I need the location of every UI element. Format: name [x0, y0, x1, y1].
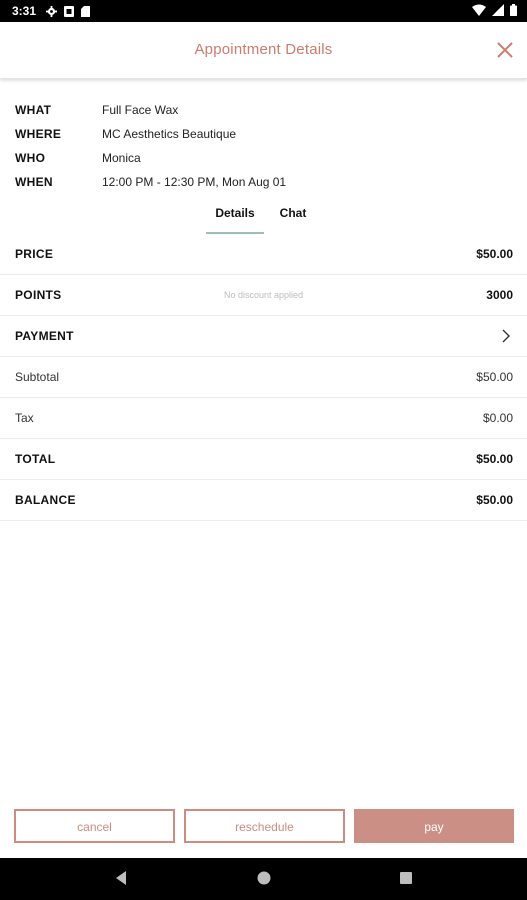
tax-value: $0.00: [482, 411, 513, 425]
points-row: POINTS No discount applied 3000: [0, 275, 527, 316]
tax-label: Tax: [15, 411, 34, 425]
back-icon: [116, 871, 126, 885]
sd-card-icon: [81, 5, 91, 17]
price-label: PRICE: [15, 247, 54, 261]
cancel-button[interactable]: cancel: [14, 809, 175, 843]
info-label: WHAT: [15, 103, 52, 117]
info-label: WHO: [15, 151, 46, 165]
tab-details[interactable]: Details: [206, 198, 264, 236]
status-bar: 3:31: [0, 0, 527, 22]
tab-label: Chat: [279, 206, 307, 220]
tab-chat[interactable]: Chat: [272, 198, 314, 236]
total-value: $50.00: [476, 452, 513, 466]
status-time: 3:31: [12, 4, 37, 18]
price-value: $50.00: [476, 247, 513, 261]
tax-row: Tax $0.00: [0, 398, 527, 439]
status-icons-right: [472, 4, 517, 16]
subtotal-row: Subtotal $50.00: [0, 357, 527, 398]
tab-bar: Details Chat: [0, 198, 527, 236]
info-row-when: WHEN 12:00 PM - 12:30 PM, Mon Aug 01: [15, 170, 515, 194]
balance-value: $50.00: [476, 493, 513, 507]
app-header: Appointment Details: [0, 22, 527, 79]
page-title: Appointment Details: [194, 41, 333, 58]
info-value: 12:00 PM - 12:30 PM, Mon Aug 01: [102, 175, 287, 189]
info-row-who: WHO Monica: [15, 146, 515, 170]
battery-icon: [510, 4, 517, 16]
discount-note: No discount applied: [223, 290, 304, 300]
home-button[interactable]: [256, 870, 272, 891]
settings-icon: [46, 5, 58, 17]
recents-button[interactable]: [398, 870, 414, 891]
info-value: Full Face Wax: [102, 103, 179, 117]
info-row-what: WHAT Full Face Wax: [15, 98, 515, 122]
price-row: PRICE $50.00: [0, 234, 527, 275]
points-value: 3000: [486, 288, 513, 302]
close-icon: [497, 42, 513, 58]
status-icons-left: [46, 5, 91, 17]
appointment-info: WHAT Full Face Wax WHERE MC Aesthetics B…: [15, 98, 515, 194]
close-button[interactable]: [493, 38, 517, 62]
tab-label: Details: [215, 206, 255, 220]
payment-label: PAYMENT: [15, 329, 74, 343]
points-label: POINTS: [15, 288, 62, 302]
info-label: WHEN: [15, 175, 53, 189]
pay-button[interactable]: pay: [354, 809, 514, 843]
price-breakdown: PRICE $50.00 POINTS No discount applied …: [0, 234, 527, 521]
info-value: Monica: [102, 151, 141, 165]
reschedule-button[interactable]: reschedule: [184, 809, 345, 843]
balance-row: BALANCE $50.00: [0, 480, 527, 521]
sim-icon: [64, 5, 75, 17]
home-icon: [257, 871, 271, 885]
chevron-right-icon: [502, 329, 510, 343]
info-value: MC Aesthetics Beautique: [102, 127, 237, 141]
info-row-where: WHERE MC Aesthetics Beautique: [15, 122, 515, 146]
payment-row[interactable]: PAYMENT: [0, 316, 527, 357]
recents-icon: [400, 872, 412, 884]
balance-label: BALANCE: [15, 493, 76, 507]
system-nav-bar: [0, 858, 527, 900]
wifi-icon: [472, 4, 486, 16]
info-label: WHERE: [15, 127, 62, 141]
total-label: TOTAL: [15, 452, 56, 466]
total-row: TOTAL $50.00: [0, 439, 527, 480]
subtotal-value: $50.00: [476, 370, 513, 384]
signal-icon: [492, 4, 504, 16]
back-button[interactable]: [113, 870, 129, 891]
subtotal-label: Subtotal: [15, 370, 60, 384]
